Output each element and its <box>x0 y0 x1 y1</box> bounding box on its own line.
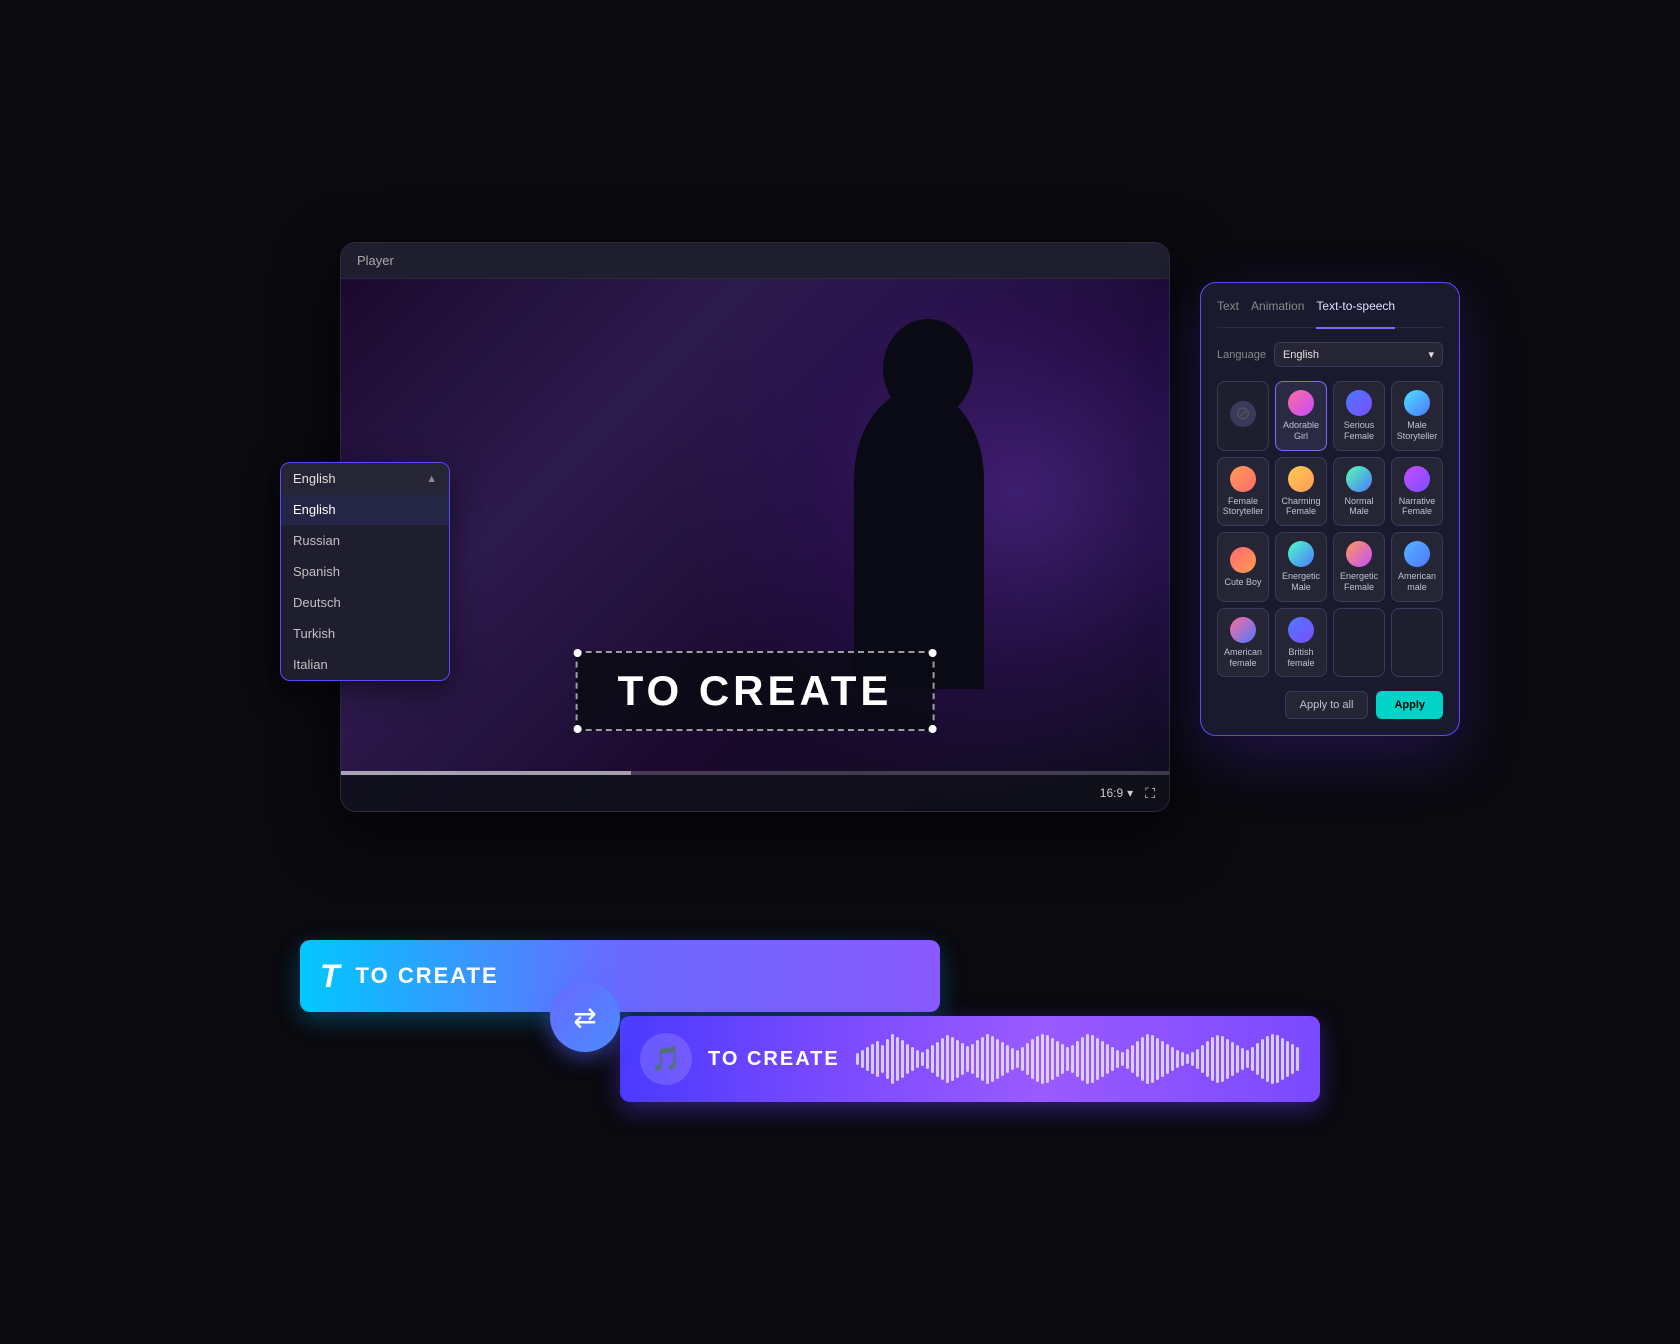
voice-name-energetic-female: Energetic Female <box>1338 571 1380 593</box>
arrow-circle[interactable]: ⇄ <box>550 982 620 1052</box>
convert-arrow-icon: ⇄ <box>573 1001 596 1034</box>
dropdown-item-english[interactable]: English <box>281 494 449 525</box>
voice-name-american-male: American male <box>1396 571 1438 593</box>
player-window: Player TO CREATE 16: <box>340 242 1170 812</box>
voice-card-energetic-male[interactable]: Energetic Male <box>1275 532 1327 602</box>
dropdown-item-spanish[interactable]: Spanish <box>281 556 449 587</box>
audio-waveform-bar[interactable]: 🎵 TO CREATE <box>620 1016 1320 1102</box>
panel-buttons: Apply to all Apply <box>1217 691 1443 719</box>
aspect-ratio-value: 16:9 <box>1100 786 1123 800</box>
tab-animation[interactable]: Animation <box>1251 299 1304 317</box>
voice-avatar-female-storyteller <box>1230 466 1256 492</box>
text-track-icon: T <box>320 958 340 995</box>
audio-label: TO CREATE <box>708 1048 840 1071</box>
video-bottom-bar: 16:9 ▾ ⛶ <box>341 775 1169 811</box>
voice-avatar-narrative-female <box>1404 466 1430 492</box>
voice-card-empty-1 <box>1333 608 1385 678</box>
audio-track-icon: 🎵 <box>651 1045 681 1074</box>
tts-tabs: Text Animation Text-to-speech <box>1217 299 1443 328</box>
apply-button[interactable]: Apply <box>1376 691 1443 719</box>
voice-card-charming-female[interactable]: Charming Female <box>1275 457 1327 527</box>
voice-avatar-american-female <box>1230 617 1256 643</box>
voice-avatar-american-male <box>1404 541 1430 567</box>
voice-avatar-energetic-male <box>1288 541 1314 567</box>
dropdown-header[interactable]: English ▲ <box>281 463 449 494</box>
voice-card-adorable-girl[interactable]: Adorable Girl <box>1275 381 1327 451</box>
player-video: TO CREATE 16:9 ▾ ⛶ <box>341 279 1169 811</box>
voice-name-serious-female: Serious Female <box>1338 420 1380 442</box>
voice-avatar-normal-male <box>1346 466 1372 492</box>
voice-card-normal-male[interactable]: Normal Male <box>1333 457 1385 527</box>
player-title: Player <box>357 253 394 268</box>
chevron-down-icon: ▾ <box>1428 348 1434 361</box>
voice-card-narrative-female[interactable]: Narrative Female <box>1391 457 1443 527</box>
audio-icon-circle: 🎵 <box>640 1033 692 1085</box>
voice-card-female-storyteller[interactable]: Female Storyteller <box>1217 457 1269 527</box>
voice-card-disabled[interactable]: ⊘ <box>1217 381 1269 451</box>
dropdown-item-russian[interactable]: Russian <box>281 525 449 556</box>
no-voice-icon: ⊘ <box>1235 403 1250 424</box>
corner-handle-bl[interactable] <box>574 725 582 733</box>
voice-card-american-male[interactable]: American male <box>1391 532 1443 602</box>
fullscreen-button[interactable]: ⛶ <box>1145 785 1155 802</box>
voice-name-british-female: British female <box>1280 647 1322 669</box>
timeline-text-bar[interactable]: T TO CREATE <box>300 940 940 1012</box>
voice-name-adorable-girl: Adorable Girl <box>1280 420 1322 442</box>
dropdown-item-turkish[interactable]: Turkish <box>281 618 449 649</box>
language-dropdown[interactable]: English ▲ English Russian Spanish Deutsc… <box>280 462 450 681</box>
voice-name-charming-female: Charming Female <box>1280 496 1322 518</box>
voice-avatar-charming-female <box>1288 466 1314 492</box>
language-select[interactable]: English ▾ <box>1274 342 1443 367</box>
voice-name-energetic-male: Energetic Male <box>1280 571 1322 593</box>
chevron-up-icon: ▲ <box>426 473 437 485</box>
waveform-container <box>856 1029 1300 1089</box>
tts-panel: Text Animation Text-to-speech Language E… <box>1200 282 1460 736</box>
language-select-value: English <box>1283 349 1319 361</box>
voice-avatar-male-storyteller <box>1404 390 1430 416</box>
tab-text[interactable]: Text <box>1217 299 1239 317</box>
voice-avatar-adorable-girl <box>1288 390 1314 416</box>
voice-card-serious-female[interactable]: Serious Female <box>1333 381 1385 451</box>
corner-handle-tl[interactable] <box>574 649 582 657</box>
corner-handle-tr[interactable] <box>928 649 936 657</box>
player-titlebar: Player <box>341 243 1169 279</box>
voice-avatar-energetic-female <box>1346 541 1372 567</box>
corner-handle-br[interactable] <box>928 725 936 733</box>
tts-language-row: Language English ▾ <box>1217 342 1443 367</box>
silhouette <box>789 309 1049 689</box>
voice-avatar-british-female <box>1288 617 1314 643</box>
dropdown-selected-value: English <box>293 471 336 486</box>
dropdown-item-deutsch[interactable]: Deutsch <box>281 587 449 618</box>
aspect-ratio-button[interactable]: 16:9 ▾ <box>1100 786 1133 800</box>
voice-card-male-storyteller[interactable]: Male Storyteller <box>1391 381 1443 451</box>
tab-text-to-speech[interactable]: Text-to-speech <box>1316 299 1395 329</box>
apply-to-all-button[interactable]: Apply to all <box>1285 691 1369 719</box>
voice-card-american-female[interactable]: American female <box>1217 608 1269 678</box>
voice-avatar-disabled: ⊘ <box>1230 401 1256 427</box>
language-label: Language <box>1217 349 1266 361</box>
timeline-text-label: TO CREATE <box>356 963 499 989</box>
silhouette-body <box>854 389 984 689</box>
chevron-down-icon: ▾ <box>1127 786 1133 800</box>
voice-avatar-cute-boy <box>1230 547 1256 573</box>
voice-card-energetic-female[interactable]: Energetic Female <box>1333 532 1385 602</box>
voice-name-american-female: American female <box>1222 647 1264 669</box>
voice-avatar-serious-female <box>1346 390 1372 416</box>
video-text-content: TO CREATE <box>618 667 893 715</box>
voice-card-empty-2 <box>1391 608 1443 678</box>
voice-name-male-storyteller: Male Storyteller <box>1396 420 1438 442</box>
voice-name-narrative-female: Narrative Female <box>1396 496 1438 518</box>
voice-card-cute-boy[interactable]: Cute Boy <box>1217 532 1269 602</box>
voice-name-female-storyteller: Female Storyteller <box>1222 496 1264 518</box>
voice-name-cute-boy: Cute Boy <box>1224 577 1261 588</box>
dropdown-item-italian[interactable]: Italian <box>281 649 449 680</box>
voice-name-normal-male: Normal Male <box>1338 496 1380 518</box>
video-text-overlay[interactable]: TO CREATE <box>576 651 935 731</box>
voice-card-british-female[interactable]: British female <box>1275 608 1327 678</box>
voice-grid: ⊘ Adorable Girl Serious Female Male Stor… <box>1217 381 1443 677</box>
